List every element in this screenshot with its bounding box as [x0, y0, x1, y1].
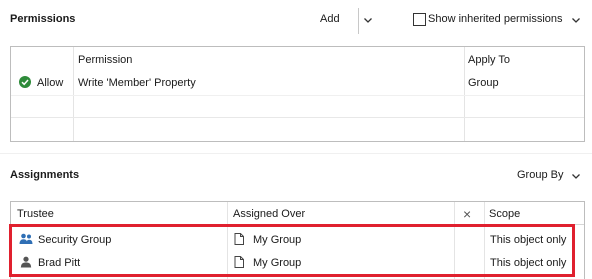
check-circle-icon [19, 76, 31, 88]
permission-name: Write 'Member' Property [78, 77, 196, 89]
column-header-trustee[interactable]: Trustee [17, 208, 54, 220]
permissions-options-button[interactable] [570, 14, 582, 29]
group-by-dropdown-button[interactable] [570, 170, 582, 185]
clear-filter-icon[interactable]: × [463, 206, 471, 222]
group-by-button[interactable]: Group By [517, 169, 563, 181]
column-header-assigned-over[interactable]: Assigned Over [233, 208, 305, 220]
chevron-down-icon [572, 18, 580, 23]
assignments-title: Assignments [10, 169, 80, 181]
chevron-down-icon [572, 174, 580, 179]
column-header-apply-to[interactable]: Apply To [468, 54, 510, 66]
add-dropdown-button[interactable] [362, 14, 374, 29]
access-type: Allow [37, 77, 64, 89]
chevron-down-icon [364, 18, 372, 23]
column-header-scope[interactable]: Scope [489, 208, 520, 220]
highlight-box [9, 224, 575, 277]
show-inherited-label[interactable]: Show inherited permissions [428, 13, 563, 25]
table-row[interactable]: Allow Write 'Member' Property Group [11, 73, 584, 93]
show-inherited-checkbox[interactable] [413, 13, 426, 26]
permissions-title: Permissions [10, 13, 76, 25]
apply-to-value: Group [468, 77, 499, 89]
column-header-permission[interactable]: Permission [78, 54, 132, 66]
section-divider [0, 153, 592, 154]
add-button[interactable]: Add [320, 13, 340, 25]
add-split-separator [358, 8, 359, 34]
permissions-table: Permission Apply To Allow Write 'Member'… [10, 46, 585, 142]
